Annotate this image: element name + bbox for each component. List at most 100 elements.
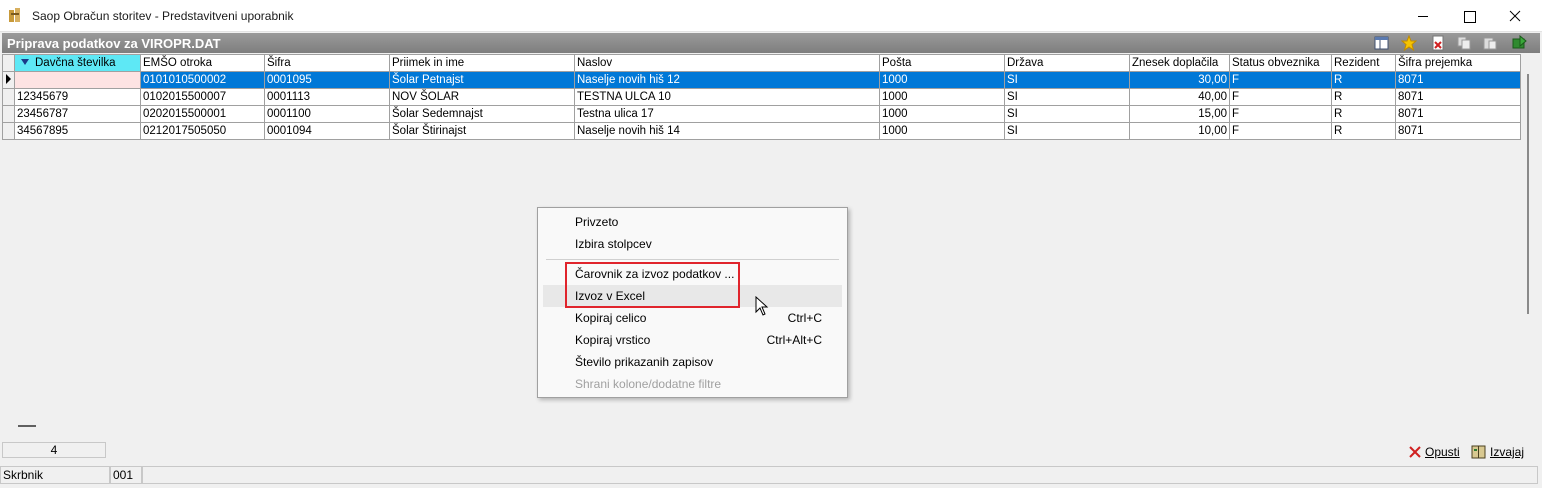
- row-indicator: [2, 105, 15, 123]
- menu-item-kopiraj-vrstico[interactable]: Kopiraj vrstico Ctrl+Alt+C: [543, 329, 842, 351]
- menu-item-izbira-stolpcev[interactable]: Izbira stolpcev: [543, 233, 842, 255]
- table-cell[interactable]: 0001113: [264, 88, 390, 106]
- column-header-status[interactable]: Status obveznika: [1229, 54, 1332, 72]
- table-cell[interactable]: 30,00: [1129, 71, 1230, 89]
- menu-item-privzeto[interactable]: Privzeto: [543, 211, 842, 233]
- column-header-emso[interactable]: EMŠO otroka: [140, 54, 265, 72]
- splitter-handle[interactable]: [18, 425, 36, 427]
- table-cell[interactable]: 8071: [1395, 105, 1521, 123]
- table-cell[interactable]: [14, 71, 141, 89]
- menu-item-label: Izbira stolpcev: [575, 237, 652, 251]
- table-cell[interactable]: 0102015500007: [140, 88, 265, 106]
- table-cell[interactable]: 1000: [879, 88, 1005, 106]
- table-cell[interactable]: Šolar Sedemnajst: [389, 105, 575, 123]
- table-cell[interactable]: R: [1331, 105, 1396, 123]
- minimize-button[interactable]: [1400, 0, 1446, 32]
- close-icon: [1509, 10, 1521, 22]
- scrollbar-thumb[interactable]: [1527, 74, 1529, 314]
- table-cell[interactable]: Naselje novih hiš 14: [574, 122, 880, 140]
- table-cell[interactable]: Šolar Štirinajst: [389, 122, 575, 140]
- table-cell[interactable]: Šolar Petnajst: [389, 71, 575, 89]
- table-cell[interactable]: F: [1229, 122, 1332, 140]
- data-grid: Davčna številka EMŠO otroka Šifra Priime…: [2, 54, 1521, 140]
- menu-item-label: Kopiraj celico: [575, 311, 647, 325]
- table-cell[interactable]: TESTNA ULCA 10: [574, 88, 880, 106]
- maximize-button[interactable]: [1446, 0, 1492, 32]
- status-bar: Skrbnik 001: [0, 466, 1542, 488]
- menu-item-stevilo-zapisov[interactable]: Število prikazanih zapisov: [543, 351, 842, 373]
- table-cell[interactable]: R: [1331, 88, 1396, 106]
- copy-icon[interactable]: [1456, 35, 1472, 51]
- table-cell[interactable]: 8071: [1395, 122, 1521, 140]
- column-header-davcna[interactable]: Davčna številka: [14, 54, 141, 72]
- cancel-button[interactable]: Opusti: [1408, 443, 1460, 461]
- column-header-priimek[interactable]: Priimek in ime: [389, 54, 575, 72]
- column-header-label: Davčna številka: [35, 57, 116, 69]
- table-cell[interactable]: SI: [1004, 122, 1130, 140]
- table-cell[interactable]: R: [1331, 122, 1396, 140]
- table-cell[interactable]: SI: [1004, 88, 1130, 106]
- table-cell[interactable]: NOV ŠOLAR: [389, 88, 575, 106]
- window-title: Saop Obračun storitev - Predstavitveni u…: [32, 9, 294, 23]
- menu-item-label: Kopiraj vrstico: [575, 333, 651, 347]
- app-logo-icon: [9, 8, 20, 22]
- table-cell[interactable]: 12345679: [14, 88, 141, 106]
- table-cell[interactable]: F: [1229, 105, 1332, 123]
- table-cell[interactable]: 8071: [1395, 71, 1521, 89]
- column-chooser-icon[interactable]: [1374, 35, 1390, 51]
- table-cell[interactable]: SI: [1004, 105, 1130, 123]
- table-cell[interactable]: Naselje novih hiš 12: [574, 71, 880, 89]
- table-cell[interactable]: 0202015500001: [140, 105, 265, 123]
- column-header-sifra[interactable]: Šifra: [264, 54, 390, 72]
- exit-icon[interactable]: [1511, 35, 1527, 51]
- table-cell[interactable]: 0001095: [264, 71, 390, 89]
- form-title: Priprava podatkov za VIROPR.DAT: [7, 36, 221, 51]
- menu-item-shortcut: Ctrl+Alt+C: [766, 333, 822, 347]
- table-cell[interactable]: 0212017505050: [140, 122, 265, 140]
- table-cell[interactable]: 1000: [879, 122, 1005, 140]
- table-row[interactable]: 34567895 0212017505050 0001094 Šolar Šti…: [2, 122, 1521, 140]
- current-row-arrow-icon: [6, 73, 11, 84]
- record-count: 4: [2, 442, 106, 458]
- row-indicator: [2, 71, 15, 89]
- table-cell[interactable]: 0001094: [264, 122, 390, 140]
- table-cell[interactable]: R: [1331, 71, 1396, 89]
- vertical-scrollbar[interactable]: [1522, 54, 1532, 417]
- table-row[interactable]: 23456787 0202015500001 0001100 Šolar Sed…: [2, 105, 1521, 123]
- close-window-button[interactable]: [1492, 0, 1538, 32]
- table-cell[interactable]: 0001100: [264, 105, 390, 123]
- table-cell[interactable]: F: [1229, 88, 1332, 106]
- table-row[interactable]: 0101010500002 0001095 Šolar Petnajst Nas…: [2, 71, 1521, 89]
- table-cell[interactable]: 1000: [879, 105, 1005, 123]
- sort-desc-icon: [21, 59, 29, 65]
- table-cell[interactable]: 23456787: [14, 105, 141, 123]
- table-cell[interactable]: 15,00: [1129, 105, 1230, 123]
- favorite-star-icon[interactable]: [1401, 35, 1417, 51]
- column-header-znesek[interactable]: Znesek doplačila: [1129, 54, 1230, 72]
- table-cell[interactable]: F: [1229, 71, 1332, 89]
- menu-item-kopiraj-celico[interactable]: Kopiraj celico Ctrl+C: [543, 307, 842, 329]
- row-indicator-header: [2, 54, 15, 72]
- mouse-pointer-icon: [755, 296, 769, 316]
- table-cell[interactable]: 0101010500002: [140, 71, 265, 89]
- table-cell[interactable]: SI: [1004, 71, 1130, 89]
- cancel-x-icon: [1409, 446, 1421, 458]
- column-header-sifra-prejemka[interactable]: Šifra prejemka: [1395, 54, 1521, 72]
- table-cell[interactable]: 1000: [879, 71, 1005, 89]
- menu-item-shrani-kolone: Shrani kolone/dodatne filtre: [543, 373, 842, 395]
- table-cell[interactable]: Testna ulica 17: [574, 105, 880, 123]
- column-header-drzava[interactable]: Država: [1004, 54, 1130, 72]
- table-cell[interactable]: 10,00: [1129, 122, 1230, 140]
- table-cell[interactable]: 40,00: [1129, 88, 1230, 106]
- column-header-rezident[interactable]: Rezident: [1331, 54, 1396, 72]
- column-header-naslov[interactable]: Naslov: [574, 54, 880, 72]
- column-header-posta[interactable]: Pošta: [879, 54, 1005, 72]
- table-cell[interactable]: 8071: [1395, 88, 1521, 106]
- delete-icon[interactable]: [1430, 35, 1446, 51]
- menu-separator: [546, 259, 839, 260]
- paste-icon[interactable]: [1482, 35, 1498, 51]
- execute-button[interactable]: Izvajaj: [1471, 443, 1524, 461]
- table-row[interactable]: 12345679 0102015500007 0001113 NOV ŠOLAR…: [2, 88, 1521, 106]
- annotation-highlight-box: [565, 262, 740, 308]
- table-cell[interactable]: 34567895: [14, 122, 141, 140]
